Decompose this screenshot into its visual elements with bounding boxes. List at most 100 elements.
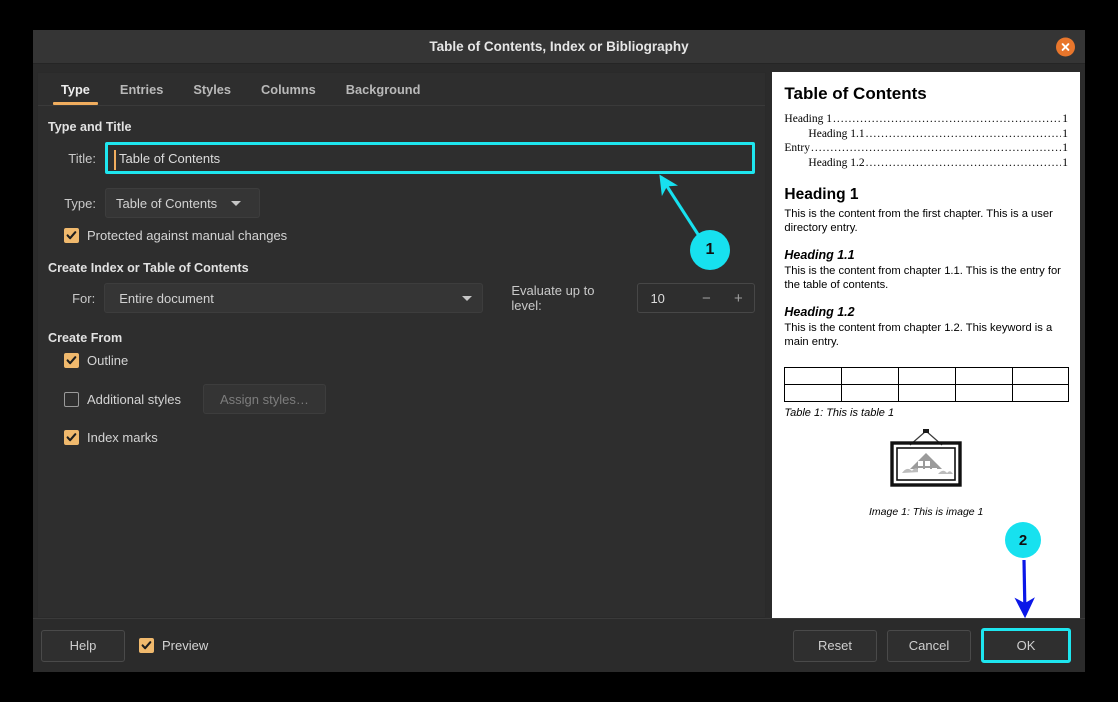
protected-checkbox-label: Protected against manual changes [87,228,288,243]
ok-button[interactable]: OK [984,631,1068,660]
preview-image-wrap [784,427,1068,494]
type-dropdown-value: Table of Contents [116,195,218,211]
tab-columns-label: Columns [261,81,316,97]
type-dropdown[interactable]: Table of Contents [105,188,260,218]
annotation-badge-1: 1 [690,230,730,270]
toc-entry: Heading 1.1 ............................… [784,127,1068,142]
toc-entry-text: Entry [784,142,810,154]
toc-entry-page: 1 [1062,113,1068,125]
preview-image-caption: Image 1: This is image 1 [869,506,984,518]
toc-entry: Heading 1.2 ............................… [784,156,1068,171]
toc-entry-page: 1 [1062,127,1068,140]
toc-leader: ........................................… [865,127,1062,140]
for-row: For: Entire document Evaluate up to leve… [48,283,756,313]
outline-checkbox-label: Outline [87,353,129,368]
tab-bar: Type Entries Styles Columns Background [38,73,766,106]
index-marks-label: Index marks [87,430,158,445]
toc-entry-page: 1 [1062,156,1068,169]
table-row [784,367,1070,385]
type-and-title-heading: Type and Title [48,120,132,134]
toc-dialog: Table of Contents, Index or Bibliography… [33,30,1085,672]
preview-title: Table of Contents [784,84,927,103]
toc-leader: ........................................… [865,156,1062,169]
protected-checkbox[interactable] [64,228,79,243]
title-input[interactable] [108,145,753,171]
toc-entry-text: Heading 1 [784,113,832,125]
for-dropdown[interactable]: Entire document [104,283,484,313]
tab-background[interactable]: Background [331,73,436,105]
tab-type-label: Type [61,81,90,97]
create-index-heading: Create Index or Table of Contents [48,261,249,275]
tab-entries-label: Entries [119,81,164,97]
additional-styles-label: Additional styles [87,391,181,407]
toc-entry-text: Heading 1.2 [808,156,865,169]
dialog-body: Type Entries Styles Columns Background T… [33,64,1085,618]
ok-button-highlight: OK [981,628,1071,663]
toc-leader: ........................................… [833,113,1062,125]
for-label: For: [72,290,96,306]
additional-styles-checkbox[interactable] [64,391,79,407]
dialog-footer: Help Preview Reset Cancel OK [33,618,1085,672]
tab-columns[interactable]: Columns [246,73,331,105]
preview-checkbox-row[interactable]: Preview [139,638,208,653]
preview-checkbox-label: Preview [162,638,209,653]
preview-toc-list: Heading 1 ..............................… [784,112,1068,170]
annotation-badge-2: 2 [1005,522,1041,558]
picture-frame-icon [890,429,962,487]
evaluate-level-label: Evaluate up to level: [511,283,595,313]
evaluate-level-stepper[interactable]: 10 − + [637,283,756,313]
additional-styles-row[interactable]: Additional styles Assign styles… [64,384,755,414]
type-label: Type: [64,195,96,211]
type-row: Type: Table of Contents [48,188,755,218]
toc-leader: ........................................… [810,142,1061,154]
tab-background-label: Background [345,81,421,97]
toc-entry: Heading 1 ..............................… [784,112,1068,127]
evaluate-level-value: 10 [650,290,665,306]
cancel-button[interactable]: Cancel [887,629,971,662]
stepper-increment-button[interactable]: + [722,284,754,312]
create-from-heading: Create From [48,331,123,345]
dialog-titlebar: Table of Contents, Index or Bibliography [33,30,1085,64]
preview-heading-1-2: Heading 1.2 [784,305,855,319]
protected-checkbox-row[interactable]: Protected against manual changes [64,228,755,243]
screen: Table of Contents, Index or Bibliography… [0,0,1118,702]
title-field-highlight [105,142,756,174]
chevron-down-icon [462,295,473,301]
tab-entries[interactable]: Entries [105,73,178,105]
title-label: Title: [68,150,96,166]
reset-button[interactable]: Reset [793,629,877,662]
toc-entry: Entry ..................................… [784,141,1068,156]
stepper-decrement-button[interactable]: − [690,284,722,312]
preview-paragraph-1: This is the content from the first chapt… [784,208,1053,234]
evaluate-level-group: Evaluate up to level: 10 − + [511,283,756,313]
for-dropdown-value: Entire document [119,290,214,306]
preview-heading-1-1: Heading 1.1 [784,248,855,262]
title-row: Title: [48,142,756,174]
footer-left-group: Help Preview [41,629,208,662]
index-marks-row[interactable]: Index marks [64,430,755,445]
tab-styles[interactable]: Styles [178,73,246,105]
chevron-down-icon [231,200,242,206]
assign-styles-button[interactable]: Assign styles… [202,384,326,414]
preview-table [784,367,1070,402]
index-marks-checkbox[interactable] [64,430,79,445]
tab-type[interactable]: Type [46,73,105,105]
preview-paragraph-1-2: This is the content from chapter 1.2. Th… [784,322,1053,348]
close-icon[interactable] [1056,37,1075,56]
dialog-title: Table of Contents, Index or Bibliography [429,39,689,54]
outline-checkbox[interactable] [64,353,79,368]
preview-table-caption: Table 1: This is table 1 [784,407,895,419]
toc-entry-page: 1 [1062,142,1068,154]
tab-styles-label: Styles [193,81,232,97]
settings-pane: Type Entries Styles Columns Background T… [37,72,767,618]
type-tab-panel: Type and Title Title: Type: Table of Con… [38,106,765,617]
text-caret [114,150,116,170]
footer-right-group: Reset Cancel OK [793,628,1071,663]
toc-entry-text: Heading 1.1 [808,127,865,140]
preview-heading-1: Heading 1 [784,186,859,203]
preview-paragraph-1-1: This is the content from chapter 1.1. Th… [784,265,1061,291]
preview-checkbox[interactable] [139,638,154,653]
table-row [784,384,1070,402]
help-button[interactable]: Help [41,629,125,662]
outline-checkbox-row[interactable]: Outline [64,353,755,368]
